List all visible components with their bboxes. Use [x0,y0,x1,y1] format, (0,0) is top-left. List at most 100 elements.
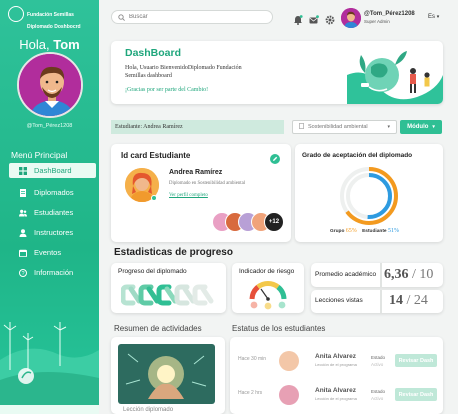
eco-illustration [0,322,99,414]
greeting-prefix: Hola, [19,37,50,52]
eco-globe-illustration [347,51,443,104]
average-value: 6,36 [384,267,409,282]
acceptance-title: Grado de aceptación del diplomado [302,152,413,159]
id-card-title: Id card Estudiante [121,151,191,160]
sidebar-item-label: Información [34,268,74,277]
risk-label: Indicador de riesgo [239,268,295,275]
sidebar-item-informacion[interactable]: ? Información [9,265,96,280]
average-label: Promedio académico [315,271,377,278]
acceptance-card: Grado de aceptación del diplomado Grupo … [295,144,443,242]
classmates-avatars[interactable]: +12 [212,212,284,232]
status-state: Activo [371,396,384,401]
more-classmates-badge: +12 [264,212,284,232]
status-time: Hace 30 min [238,356,267,362]
student-selector[interactable]: Estudiante: Andrea Ramírez [111,120,284,134]
dashboard-grid-icon [19,166,27,175]
progress-card: Progreso del diplomado [111,263,226,313]
greeting-name: Tom [53,37,80,52]
status-card: Hace 30 min Anita Alvarez Lección de el … [230,337,443,414]
sidebar-item-label: Eventos [34,248,62,257]
average-card: Promedio académico 6,36 / 10 [311,263,443,287]
banner-message: ¡Gracias por ser parte del Cambio! [125,87,209,93]
edit-pencil-icon[interactable] [270,151,280,169]
sidebar-item-estudiantes[interactable]: Estudiantes [9,205,96,220]
status-time: Hace 2 hrs [238,390,263,396]
lessons-value: 14 [389,293,403,308]
sidebar-item-label: Instructores [34,228,74,237]
notification-bell-icon[interactable] [293,12,303,25]
welcome-banner: DashBoard Hola, Usuario BienvenidoDiplom… [111,41,443,104]
average-score: 6,36 / 10 [384,267,434,282]
activity-caption: Lección diplomado [123,407,174,413]
menu-title: Menú Principal [11,150,68,160]
lessons-card: Lecciones vistas 14 / 24 [311,290,443,313]
status-desc: Lección de el programa [315,362,357,367]
profile-avatar[interactable] [17,52,83,118]
chevron-down-icon: ▾ [436,14,440,20]
risk-card: Indicador de riesgo [232,263,304,313]
students-icon [19,209,27,217]
student-label: Estudiante: Andrea Ramírez [115,124,183,130]
program-select-value: Sostenibilidad ambiental [308,124,368,130]
lessons-label: Lecciones vistas [315,297,363,304]
sidebar-item-instructores[interactable]: Instructores [9,225,96,240]
svg-text:?: ? [21,271,24,277]
view-profile-link[interactable]: Ver perfil completo [169,193,208,198]
language-selector[interactable]: Es ▾ [428,14,439,20]
group-legend-value: 65% [345,228,357,234]
brand[interactable]: Fundación Semillas Diplomado Doshbocrd [8,4,92,30]
brand-line-2: Diplomado Doshbocrd [27,24,81,30]
user-role: Super Admin [364,19,390,24]
review-dash-button[interactable]: Revisar Dash [395,388,437,401]
acceptance-donut-chart [340,167,398,225]
status-title: Estatus de los estudiantes [232,324,326,333]
status-desc: Lección de el programa [315,396,357,401]
chevron-down-icon: ▾ [387,124,390,130]
sidebar-item-eventos[interactable]: Eventos [9,245,96,260]
stats-title: Estadisticas de progreso [114,247,233,258]
sidebar-item-diplomados[interactable]: Diplomados [9,185,96,200]
calendar-icon [19,249,27,257]
instructor-icon [19,228,27,237]
program-select[interactable]: Sostenibilidad ambiental ▾ [292,120,397,134]
lessons-max: 24 [413,293,428,308]
sidebar-item-label: Estudiantes [34,208,74,217]
sidebar-item-label: Diplomados [34,188,74,197]
profile-handle: @Tom_Pérez1208 [26,123,73,129]
brand-logo-icon [8,6,24,22]
student-avatar [279,351,299,371]
student-program: Diplomado en Sostenibilidad ambiental [169,181,246,186]
student-name: Andrea Ramírez [169,169,223,176]
search-input[interactable] [129,14,259,20]
help-icon: ? [19,268,27,277]
search-icon [118,8,125,26]
average-max: 10 [419,267,434,282]
group-legend-label: Grupo [330,229,345,234]
module-button[interactable]: Módulo ▾ [400,120,442,134]
lessons-score: 14 / 24 [389,293,428,308]
student-legend-label: Estudiante [362,229,387,234]
banner-text: Hola, Usuario BienvenidoDiplomado Fundac… [125,65,242,79]
status-name: Anita Alvarez [315,387,356,394]
sidebar-item-dashboard[interactable]: DashBoard [9,163,96,178]
progress-chain-graphic [121,284,214,306]
activity-thumbnail [118,344,215,404]
risk-gauge [249,281,287,310]
review-dash-button[interactable]: Revisar Dash [395,354,437,367]
status-state-label: Estado [371,389,386,394]
language-label: Es [428,14,436,20]
greeting: Hola, Tom [0,37,99,52]
chevron-down-icon: ▾ [432,124,435,130]
status-row: Hace 30 min Anita Alvarez Lección de el … [230,348,443,374]
activity-title: Resumen de actividades [114,324,202,333]
search-bar[interactable] [111,10,273,24]
module-button-label: Módulo [407,124,429,130]
messages-icon[interactable] [309,12,319,24]
document-icon [299,123,304,131]
settings-gear-icon[interactable] [325,12,335,25]
status-row: Hace 2 hrs Anita Alvarez Lección de el p… [230,382,443,408]
activity-card[interactable]: Lección diplomado [111,337,225,414]
acceptance-legend: Grupo 65% Estudiante 51% [330,228,399,234]
user-avatar[interactable] [341,8,361,28]
sidebar: Fundación Semillas Diplomado Doshbocrd H… [0,0,99,414]
